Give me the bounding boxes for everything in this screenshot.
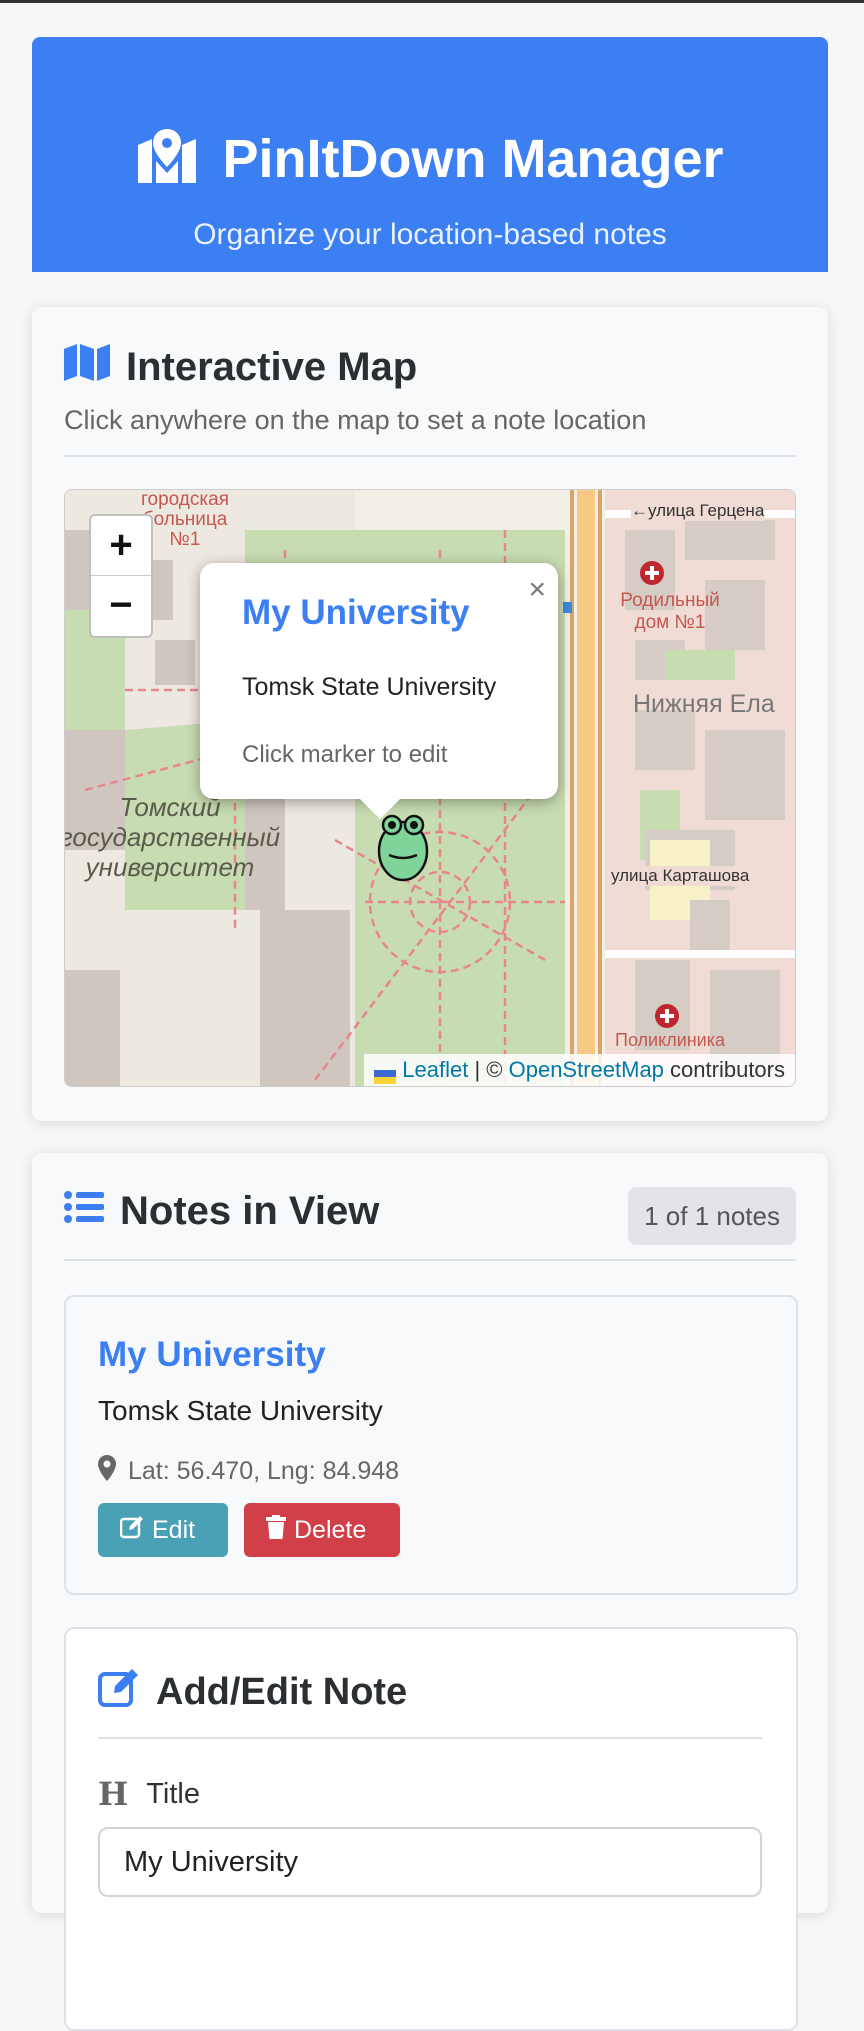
form-divider — [98, 1737, 762, 1739]
map-divider — [64, 455, 796, 457]
zoom-control: + − — [89, 514, 153, 638]
list-icon — [64, 1189, 104, 1234]
map-section-subtitle: Click anywhere on the map to set a note … — [64, 405, 647, 435]
popup-close-button[interactable]: × — [528, 573, 546, 607]
edit-icon — [119, 1515, 144, 1546]
add-edit-form: Add/Edit Note H Title — [64, 1627, 798, 2031]
map-card: Interactive Map Click anywhere on the ma… — [32, 307, 828, 1121]
edit-icon — [98, 1667, 140, 1717]
leaflet-link[interactable]: Leaflet — [402, 1057, 468, 1082]
hospital-icon — [640, 561, 664, 585]
notes-section-title: Notes in View — [120, 1189, 380, 1233]
notes-section-heading: Notes in View — [64, 1189, 379, 1234]
popup-tip — [358, 797, 402, 819]
attribution-contributors: contributors — [670, 1057, 785, 1082]
zoom-in-button[interactable]: + — [91, 516, 151, 576]
edit-button-label: Edit — [152, 1515, 196, 1544]
note-title[interactable]: My University — [98, 1335, 326, 1375]
delete-button-label: Delete — [294, 1515, 367, 1544]
note-coords-text: Lat: 56.470, Lng: 84.948 — [128, 1457, 400, 1485]
form-title: Add/Edit Note — [156, 1670, 408, 1713]
ukraine-flag-icon — [374, 1064, 397, 1085]
edit-button[interactable]: Edit — [98, 1503, 228, 1557]
notes-card: Notes in View 1 of 1 notes My University… — [32, 1153, 828, 2031]
location-pin-icon — [98, 1455, 116, 1488]
note-item[interactable]: My University Tomsk State University Lat… — [64, 1295, 798, 1595]
map-label-clinic: Поликлиника — [615, 1030, 726, 1050]
map-icon — [64, 343, 110, 391]
clinic-icon — [655, 1004, 679, 1028]
marker-popup: × My University Tomsk State University C… — [200, 563, 558, 819]
form-heading: Add/Edit Note — [98, 1667, 407, 1717]
popup-description: Tomsk State University — [242, 673, 497, 701]
map-label-herzen: ←улица Герцена — [631, 501, 765, 521]
notes-count-badge: 1 of 1 notes — [628, 1187, 796, 1245]
trash-icon — [266, 1514, 286, 1546]
delete-button[interactable]: Delete — [244, 1503, 400, 1557]
app-title: PinItDown Manager — [222, 128, 724, 189]
map-label-university: Томский государственный университет — [64, 792, 281, 882]
title-label-text: Title — [146, 1777, 200, 1810]
zoom-out-button[interactable]: − — [91, 576, 151, 635]
heading-icon: H — [98, 1775, 129, 1813]
note-coordinates: Lat: 56.470, Lng: 84.948 — [98, 1455, 399, 1488]
app-header: PinItDown Manager Organize your location… — [32, 37, 828, 272]
app-subtitle: Organize your location-based notes — [193, 218, 667, 251]
popup-hint: Click marker to edit — [242, 741, 448, 768]
map-label-nizhnyaya: Нижняя Ела — [633, 690, 775, 718]
notes-divider — [64, 1259, 796, 1261]
title-input[interactable] — [98, 1827, 762, 1897]
map-label-kartashova: улица Карташова — [611, 866, 750, 886]
map-attribution: Leaflet | © OpenStreetMap contributors — [364, 1054, 795, 1086]
note-description: Tomsk State University — [98, 1395, 383, 1426]
popup-title: My University — [242, 593, 470, 632]
map-label-maternity: Родильный дом №1 — [620, 590, 720, 633]
attribution-separator: | © — [474, 1057, 503, 1082]
map-section-heading: Interactive Map — [64, 343, 417, 391]
interactive-map[interactable]: городская больница №1 ←улица Герцена Род… — [64, 489, 796, 1087]
map-location-icon — [136, 127, 198, 190]
map-section-title: Interactive Map — [126, 344, 418, 389]
frog-marker-icon — [377, 814, 429, 882]
osm-link[interactable]: OpenStreetMap — [509, 1057, 664, 1082]
title-field-label: H Title — [98, 1775, 200, 1813]
